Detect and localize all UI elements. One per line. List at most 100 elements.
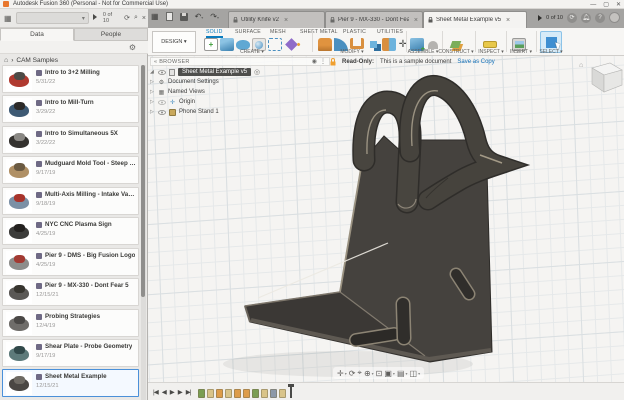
show-data-panel-icon[interactable]: ▦: [151, 12, 159, 21]
press-pull-icon[interactable]: [318, 38, 332, 51]
pan-icon[interactable]: ✛▾: [337, 369, 347, 378]
save-as-copy-link[interactable]: Save as Copy: [457, 59, 494, 65]
document-tab-2[interactable]: Pier 9 - MX-330 - Dont Fear 5 v5 ×: [325, 11, 423, 28]
tree-node[interactable]: ▷ ▦ Named Views: [150, 87, 300, 97]
list-item[interactable]: Shear Plate - Probe Geometry9/17/19: [2, 339, 139, 367]
list-item[interactable]: Pier 9 - MX-330 - Dont Fear 512/15/21: [2, 278, 139, 306]
viewports-icon[interactable]: ◫▾: [410, 369, 421, 378]
list-item[interactable]: Mudguard Mold Tool - Steep and Shall...9…: [2, 156, 139, 184]
group-inspect[interactable]: INSPECT ▾: [478, 49, 504, 55]
maximize-button[interactable]: ▢: [603, 1, 609, 8]
go-to-end-icon[interactable]: ▶|: [186, 388, 191, 396]
orbit-icon[interactable]: ⟳: [349, 369, 356, 378]
display-settings-icon[interactable]: ▣▾: [384, 369, 395, 378]
collapse-browser-icon[interactable]: «: [154, 59, 157, 65]
group-insert[interactable]: INSERT ▾: [510, 49, 532, 55]
tree-root-row[interactable]: ◢ Sheet Metal Example v5 ◎: [150, 67, 300, 77]
collapsed-icon[interactable]: ▷: [150, 89, 155, 95]
eye-icon[interactable]: [158, 100, 166, 105]
list-item[interactable]: Intro to 3+2 Milling5/31/22: [2, 65, 139, 93]
home-view-icon[interactable]: ⌂: [579, 62, 583, 69]
extrude-icon[interactable]: [220, 38, 234, 51]
group-modify[interactable]: MODIFY ▾: [340, 49, 363, 55]
breadcrumb-folder[interactable]: CAM Samples: [16, 57, 58, 64]
timeline-feature-flange[interactable]: [243, 389, 250, 398]
list-item[interactable]: Intro to Simultaneous 5X3/22/22: [2, 126, 139, 154]
close-panel-icon[interactable]: ×: [142, 15, 146, 22]
close-tab-icon[interactable]: ×: [414, 17, 418, 24]
timeline-feature-flange[interactable]: [216, 389, 223, 398]
timeline-feature[interactable]: [225, 389, 232, 398]
apps-grid-icon[interactable]: ▦: [4, 14, 12, 23]
list-item[interactable]: Pier 9 - DMS - Big Fusion Logo4/25/19: [2, 248, 139, 276]
go-to-start-icon[interactable]: |◀: [153, 388, 158, 396]
save-icon[interactable]: [180, 13, 188, 21]
tab-people[interactable]: People: [74, 28, 148, 41]
step-forward-icon[interactable]: ▶: [178, 388, 182, 396]
list-item[interactable]: Intro to Mill-Turn3/29/22: [2, 95, 139, 123]
scrollbar-track[interactable]: [141, 65, 146, 400]
display-toggle-icon[interactable]: ◉: [312, 58, 317, 65]
tab-mesh[interactable]: MESH: [270, 29, 286, 35]
eye-icon[interactable]: [158, 70, 166, 75]
sheet-metal-part[interactable]: [245, 85, 502, 362]
timeline-feature-flange[interactable]: [234, 389, 241, 398]
timeline-feature[interactable]: [270, 389, 277, 398]
gear-icon[interactable]: ⚙: [129, 43, 136, 52]
tree-node[interactable]: ▷ Phone Stand 1: [150, 107, 300, 117]
minimize-button[interactable]: —: [590, 2, 596, 8]
generative-icon[interactable]: [284, 38, 298, 51]
eye-icon[interactable]: [158, 110, 166, 115]
more-options-icon[interactable]: ⋮: [320, 58, 326, 65]
tree-root-label[interactable]: Sheet Metal Example v5: [178, 68, 251, 76]
group-create[interactable]: CREATE ▾: [240, 49, 264, 55]
tab-solid[interactable]: SOLID: [206, 29, 223, 38]
project-dropdown[interactable]: ▾: [16, 12, 89, 24]
search-icon[interactable]: ⌕: [134, 14, 138, 22]
grid-settings-icon[interactable]: ▤▾: [397, 369, 408, 378]
close-button[interactable]: ✕: [616, 1, 621, 8]
pattern-icon[interactable]: [268, 38, 282, 51]
job-status-button[interactable]: ⟳: [567, 13, 577, 23]
timeline-feature[interactable]: [207, 389, 214, 398]
timeline-feature-sketch[interactable]: [198, 389, 205, 398]
list-item[interactable]: NYC CNC Plasma Sign4/25/19: [2, 217, 139, 245]
close-tab-icon[interactable]: ×: [506, 17, 510, 24]
workspace-selector[interactable]: DESIGN ▾: [152, 31, 196, 53]
collapsed-icon[interactable]: ▷: [150, 99, 155, 105]
play-icon[interactable]: ▶: [170, 388, 174, 396]
timeline-feature-sketch[interactable]: [252, 389, 259, 398]
tab-surface[interactable]: SURFACE: [235, 29, 261, 35]
close-tab-icon[interactable]: ×: [284, 17, 288, 24]
expand-icon[interactable]: ◢: [150, 69, 155, 75]
offset-face-icon[interactable]: [382, 38, 396, 51]
help-icon[interactable]: ?: [595, 13, 605, 23]
undo-icon[interactable]: ↶▾: [195, 12, 204, 21]
browser-panel-header[interactable]: « BROWSER ◉⋮: [150, 57, 330, 66]
measure-icon[interactable]: [483, 41, 497, 48]
tab-sheet-metal[interactable]: SHEET METAL: [300, 29, 338, 35]
create-sketch-icon[interactable]: +: [204, 38, 218, 51]
notifications-bell-icon[interactable]: 🔔︎: [581, 13, 591, 23]
collapsed-icon[interactable]: ▷: [150, 109, 155, 115]
tree-node[interactable]: ▷ ✛ Origin: [150, 97, 300, 107]
list-item[interactable]: Probing Strategies12/4/19: [2, 309, 139, 337]
refresh-icon[interactable]: ⟳: [124, 14, 130, 22]
shell-icon[interactable]: [350, 38, 364, 49]
viewport[interactable]: ⌂ « BROWSER ◉⋮ Read-Only: This is a samp…: [148, 56, 624, 382]
group-assemble[interactable]: ASSEMBLE ▾: [408, 49, 439, 55]
tree-node[interactable]: ▷ ⚙ Document Settings: [150, 77, 300, 87]
scrollbar-thumb[interactable]: [141, 65, 145, 297]
timeline-feature[interactable]: [279, 389, 286, 398]
document-tab-1[interactable]: Utility Knife v2 ×: [228, 11, 325, 28]
viewcube[interactable]: ⌂: [579, 62, 622, 92]
tab-utilities[interactable]: UTILITIES: [377, 29, 403, 35]
group-select[interactable]: SELECT ▾: [539, 49, 562, 55]
timeline-feature[interactable]: [261, 389, 268, 398]
group-construct[interactable]: CONSTRUCT ▾: [438, 49, 473, 55]
file-menu-icon[interactable]: [166, 12, 173, 21]
step-back-icon[interactable]: ◀: [162, 388, 166, 396]
radial-menu-icon[interactable]: ◎: [254, 68, 260, 76]
fit-icon[interactable]: ⊡: [376, 369, 383, 378]
tab-plastic[interactable]: PLASTIC: [343, 29, 366, 35]
